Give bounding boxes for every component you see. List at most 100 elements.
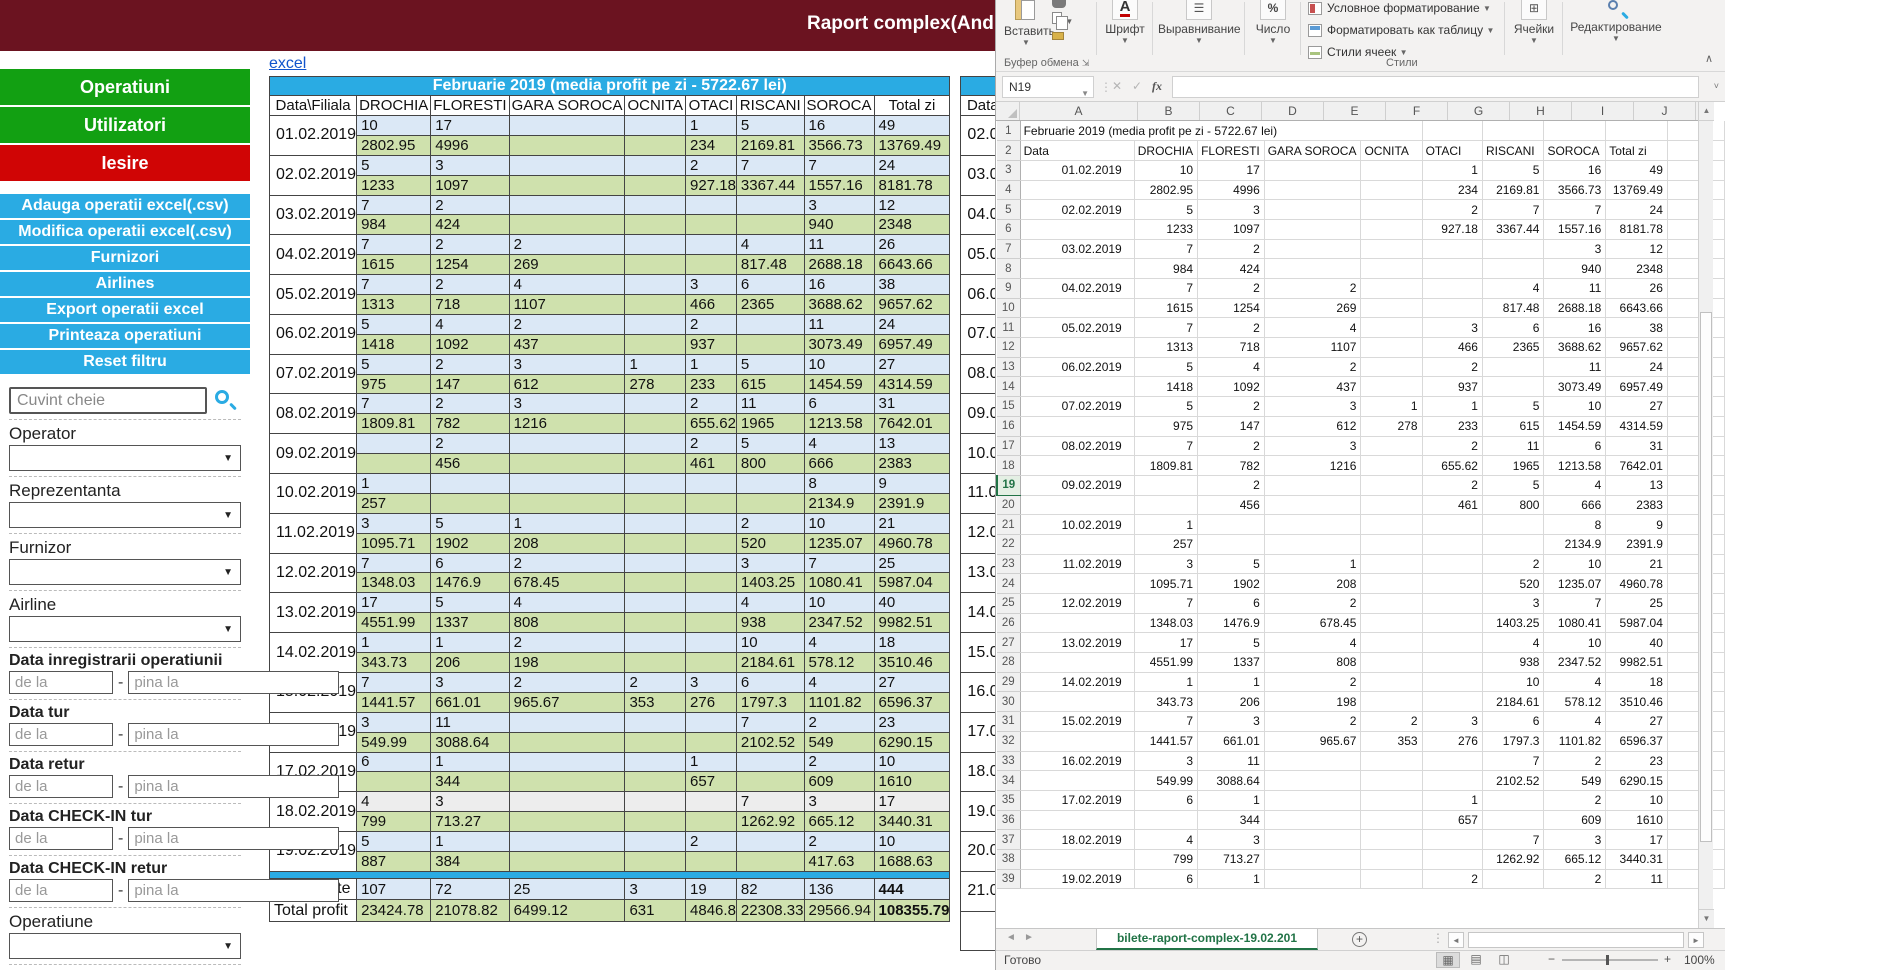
number-group-button[interactable]: % Число ▼ [1250,0,1296,45]
cell[interactable] [1264,830,1361,850]
sidebar-button-adauga-operatii-excel-csv-[interactable]: Adauga operatii excel(.csv) [0,194,250,218]
cell[interactable]: 6596.37 [1606,731,1668,751]
cell[interactable] [1667,298,1724,318]
row-header-17[interactable]: 17 [997,436,1020,456]
cell[interactable]: 6957.49 [1606,377,1668,397]
cell[interactable]: 4 [1544,672,1606,692]
cell[interactable]: 24 [1606,357,1668,377]
row-header-24[interactable]: 24 [997,574,1020,594]
cell[interactable]: 2169.81 [1482,180,1544,200]
row-header-30[interactable]: 30 [997,692,1020,712]
cell[interactable]: 11 [1198,751,1265,771]
cell[interactable]: 5 [1134,357,1197,377]
cell[interactable]: 6 [1544,436,1606,456]
cell[interactable]: 678.45 [1264,613,1361,633]
sidebar-button-iesire[interactable]: Iesire [0,145,250,181]
date-from-input[interactable] [9,723,113,746]
cell[interactable]: Total zi [1606,141,1668,161]
row-header-2[interactable]: 2 [997,141,1020,161]
cell[interactable]: 27 [1606,712,1668,732]
cell[interactable] [1264,534,1361,554]
row-header-35[interactable]: 35 [997,790,1020,810]
column-header-H[interactable]: H [1510,102,1572,120]
cell[interactable]: 24 [1606,200,1668,220]
cell[interactable] [1482,869,1544,889]
column-header-A[interactable]: A [1020,102,1138,120]
excel-export-link[interactable]: excel [269,55,306,72]
cell[interactable] [1020,495,1134,515]
cell[interactable]: 257 [1134,534,1197,554]
scrollbar-thumb[interactable] [1700,312,1712,842]
cell[interactable]: DROCHIA [1134,141,1197,161]
date-from-input[interactable] [9,775,113,798]
cell[interactable]: 1 [1361,397,1422,417]
cell[interactable] [1422,653,1482,673]
cell[interactable]: 549.99 [1134,771,1197,791]
cell[interactable]: 13.02.2019 [1020,633,1134,653]
cell[interactable] [1361,849,1422,869]
cell[interactable]: 2 [1264,279,1361,299]
cell[interactable] [1361,180,1422,200]
cell[interactable] [1020,298,1134,318]
cell[interactable] [1422,298,1482,318]
cell[interactable]: 206 [1198,692,1265,712]
cell[interactable] [1361,554,1422,574]
cell[interactable]: 1809.81 [1134,456,1197,476]
cell[interactable]: 1454.59 [1544,416,1606,436]
cell[interactable]: 4996 [1198,180,1265,200]
cell[interactable] [1422,239,1482,259]
cell[interactable]: 05.02.2019 [1020,318,1134,338]
cell[interactable]: 4 [1264,318,1361,338]
cell[interactable] [1482,810,1544,830]
cell[interactable]: 11 [1606,869,1668,889]
row-header-28[interactable]: 28 [997,653,1020,673]
cell[interactable]: 2 [1198,239,1265,259]
cell[interactable] [1264,259,1361,279]
cell[interactable] [1667,712,1724,732]
cell[interactable] [1361,259,1422,279]
cell[interactable]: 1476.9 [1198,613,1265,633]
date-from-input[interactable] [9,879,113,902]
row-header-15[interactable]: 15 [997,397,1020,417]
cell[interactable]: 7 [1482,830,1544,850]
prev-sheet-icon[interactable]: ◄ [1006,932,1016,943]
cell[interactable] [1667,849,1724,869]
insert-function-icon[interactable]: fx [1152,79,1162,94]
cell[interactable]: 278 [1361,416,1422,436]
dropdown-reprezentanta[interactable]: ▼ [9,502,241,528]
cell[interactable]: 1965 [1482,456,1544,476]
cell[interactable]: 3073.49 [1544,377,1606,397]
paste-button[interactable]: Вставить ▼ [1004,0,1048,47]
cell[interactable] [1544,121,1606,141]
cell[interactable]: 1213.58 [1544,456,1606,476]
cell[interactable] [1361,318,1422,338]
cell[interactable]: 09.02.2019 [1020,475,1134,495]
sidebar-button-reset-filtru[interactable]: Reset filtru [0,350,250,374]
cell[interactable]: 782 [1198,456,1265,476]
dialog-launcher-icon[interactable]: ⇲ [1082,58,1090,68]
cell[interactable]: 2383 [1606,495,1668,515]
row-header-25[interactable]: 25 [997,594,1020,614]
cell[interactable]: 3 [1198,712,1265,732]
cell[interactable] [1361,495,1422,515]
cell[interactable]: 07.02.2019 [1020,397,1134,417]
cell[interactable]: 2 [1264,712,1361,732]
cell[interactable]: 13 [1606,475,1668,495]
cell[interactable]: 437 [1264,377,1361,397]
cell[interactable]: 4 [1198,357,1265,377]
cell[interactable] [1667,495,1724,515]
cell[interactable]: 16 [1544,160,1606,180]
cell[interactable]: 8 [1544,515,1606,535]
cell[interactable]: 2 [1198,475,1265,495]
cell[interactable] [1361,239,1422,259]
cell[interactable]: 1902 [1198,574,1265,594]
cell[interactable] [1422,515,1482,535]
cell[interactable]: 2 [1422,357,1482,377]
cell[interactable]: 612 [1264,416,1361,436]
date-to-input[interactable] [128,775,339,798]
cell[interactable]: 6 [1134,790,1197,810]
cell[interactable]: 10 [1606,790,1668,810]
cell[interactable] [1667,574,1724,594]
cell[interactable]: 3 [1482,594,1544,614]
cell[interactable]: OCNITA [1361,141,1422,161]
